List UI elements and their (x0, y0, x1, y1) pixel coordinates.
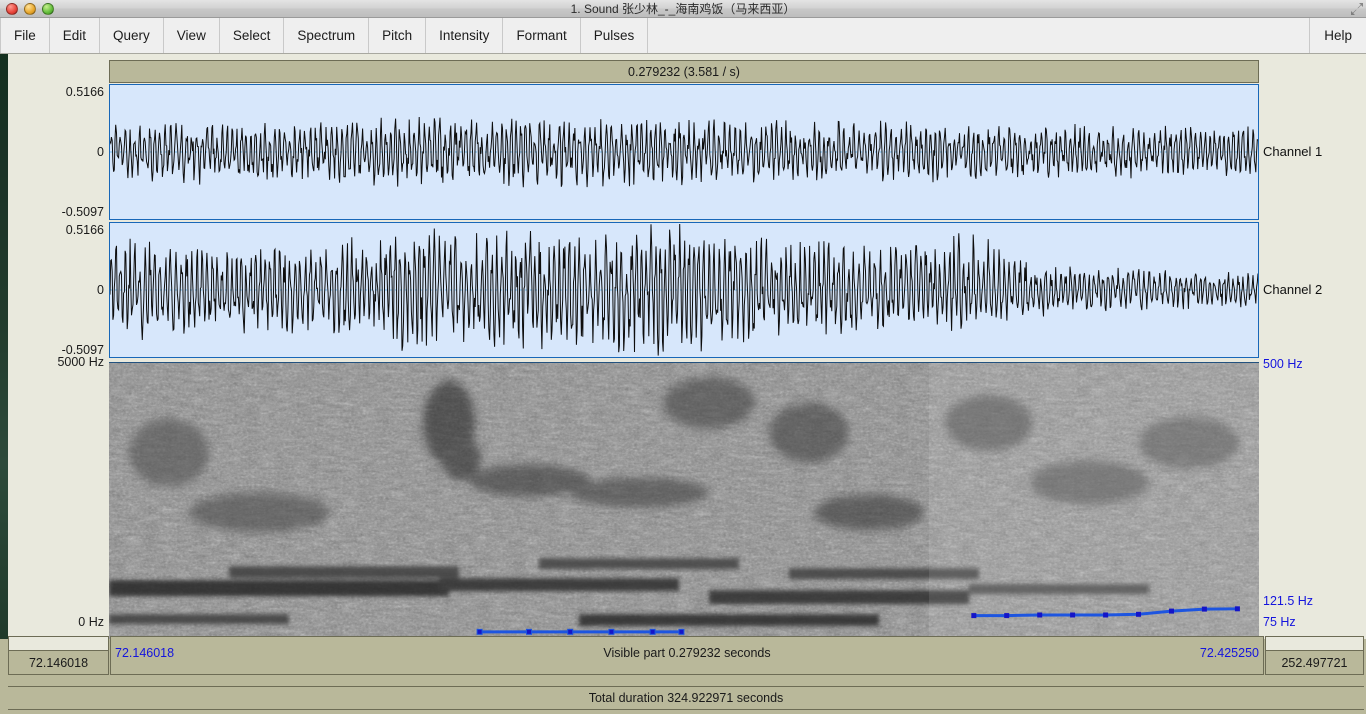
pitch-point (1136, 611, 1141, 617)
pitch-point (1234, 606, 1240, 612)
visible-window-bar[interactable]: Visible part 0.279232 seconds 72.146018 … (110, 636, 1264, 675)
spectrogram-image (109, 363, 1259, 639)
channel1-name-label: Channel 1 (1263, 144, 1323, 159)
right-scroll-pad[interactable] (1265, 636, 1364, 650)
pitch-point (1201, 606, 1207, 612)
editor-canvas: 0.279232 (3.581 / s) 0.5166 0 -0.5097 Ch… (0, 54, 1366, 639)
channel1-ymin-label: -0.5097 (61, 205, 104, 219)
pitch-point (1070, 612, 1076, 618)
pitch-value-label: 121.5 Hz (1263, 594, 1314, 608)
menu-help[interactable]: Help (1309, 18, 1366, 53)
pitch-point (476, 628, 483, 635)
spectrogram-panel[interactable] (109, 362, 1259, 639)
visible-part-label: Visible part 0.279232 seconds (603, 646, 771, 660)
menu-bar: File Edit Query View Select Spectrum Pit… (0, 18, 1366, 54)
window-title: 1. Sound 张少林_-_海南鸡饭（马来西亚） (570, 2, 796, 16)
resize-grip-icon[interactable] (1350, 2, 1364, 16)
menu-file[interactable]: File (0, 18, 50, 53)
channel1-yzero-label: 0 (97, 145, 104, 159)
menu-select[interactable]: Select (220, 18, 285, 53)
pitch-point (971, 613, 977, 619)
menu-formant[interactable]: Formant (503, 18, 581, 53)
pitch-floor-label: 75 Hz (1263, 615, 1296, 629)
title-bar: 1. Sound 张少林_-_海南鸡饭（马来西亚） (0, 0, 1366, 18)
status-bar: 72.146018 252.497721 Visible part 0.2792… (0, 636, 1366, 714)
menu-pitch[interactable]: Pitch (369, 18, 427, 53)
spectrogram-max-freq-label: 5000 Hz (57, 355, 104, 369)
menu-view[interactable]: View (164, 18, 220, 53)
pitch-point (1103, 612, 1109, 618)
channel2-waveform-plot (110, 223, 1258, 356)
channel2-trace (110, 223, 1258, 356)
zoom-duration-header[interactable]: 0.279232 (3.581 / s) (109, 60, 1259, 83)
pitch-point (1004, 613, 1010, 619)
channel2-waveform-panel[interactable] (109, 222, 1259, 358)
pitch-point (1037, 612, 1043, 618)
channel2-name-label: Channel 2 (1263, 282, 1323, 297)
window-end-label: 72.425250 (1199, 646, 1259, 660)
menu-filler (648, 18, 1309, 53)
menu-intensity[interactable]: Intensity (426, 18, 504, 53)
pitch-ceiling-label: 500 Hz (1263, 357, 1303, 371)
menu-query[interactable]: Query (100, 18, 164, 53)
channel2-ymax-label: 0.5166 (65, 223, 104, 237)
window-end-outside-button[interactable]: 252.497721 (1265, 650, 1364, 675)
channel1-ymax-label: 0.5166 (65, 85, 104, 99)
channel1-waveform-panel[interactable] (109, 84, 1259, 220)
menu-pulses[interactable]: Pulses (581, 18, 649, 53)
pitch-point (1169, 608, 1174, 614)
pitch-point (567, 628, 574, 635)
pitch-point (526, 628, 532, 635)
praat-sound-editor-window: 1. Sound 张少林_-_海南鸡饭（马来西亚） File Edit Quer… (0, 0, 1366, 714)
pitch-point (678, 628, 685, 635)
window-start-label: 72.146018 (115, 646, 175, 660)
total-duration-bar[interactable]: Total duration 324.922971 seconds (8, 686, 1364, 710)
left-scroll-pad[interactable] (8, 636, 109, 650)
spectrogram-min-freq-label: 0 Hz (78, 615, 104, 629)
window-start-outside-button[interactable]: 72.146018 (8, 650, 109, 675)
menu-edit[interactable]: Edit (50, 18, 101, 53)
pitch-point (649, 628, 656, 635)
pitch-point (608, 628, 615, 635)
menu-spectrum[interactable]: Spectrum (284, 18, 370, 53)
channel2-yzero-label: 0 (97, 283, 104, 297)
channel1-waveform-plot (110, 116, 1258, 188)
